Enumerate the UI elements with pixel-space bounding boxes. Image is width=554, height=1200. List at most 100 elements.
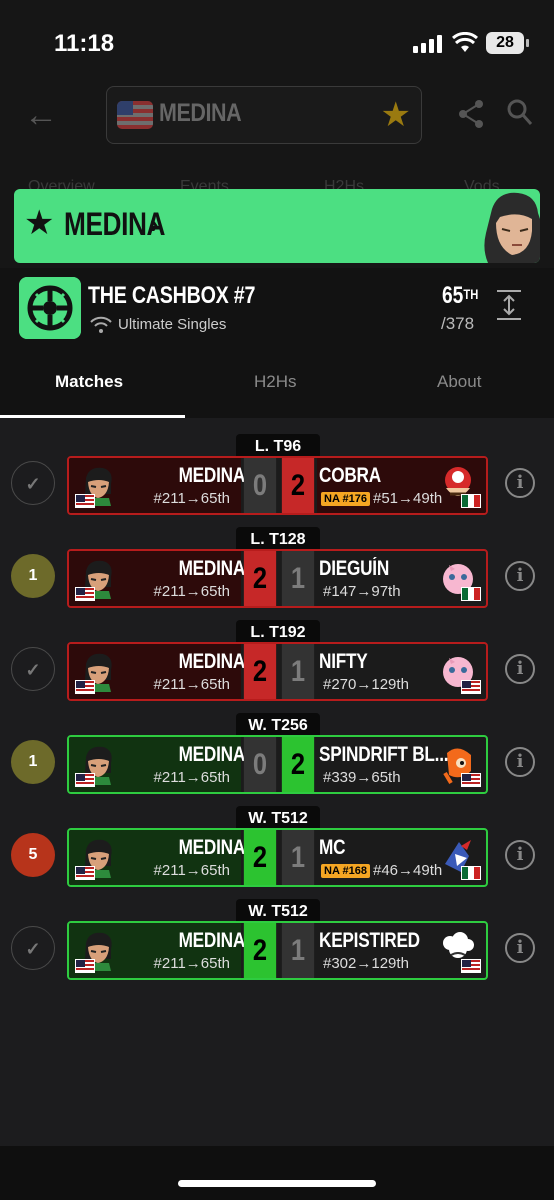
right-score: 1 <box>281 551 315 606</box>
us-flag-icon <box>75 866 95 880</box>
left-player-name: MEDINA <box>178 929 246 952</box>
region-rank-tag: NA #176 <box>321 492 371 506</box>
right-seed: #302→129th <box>323 955 409 972</box>
info-icon[interactable]: i <box>505 747 535 777</box>
entrant-count: /378 <box>441 314 475 333</box>
cellular-signal-icon <box>413 35 442 53</box>
star-icon: ★ <box>24 204 55 242</box>
right-player-name: DIEGUÍN <box>319 557 390 580</box>
search-icon[interactable] <box>506 98 534 128</box>
left-seed: #211→65th <box>153 490 230 507</box>
tab-h2hs[interactable]: H2Hs <box>254 372 297 392</box>
right-seed: #147→97th <box>323 583 401 600</box>
info-icon[interactable]: i <box>505 933 535 963</box>
back-arrow-icon[interactable]: ← <box>24 96 58 135</box>
share-icon[interactable] <box>456 98 486 130</box>
us-flag-icon <box>75 959 95 973</box>
right-score: 1 <box>281 923 315 978</box>
favorite-star-icon[interactable]: ★ <box>381 95 411 135</box>
bottom-bar <box>0 1146 554 1200</box>
mx-flag-icon <box>461 494 481 508</box>
event-type: Ultimate Singles <box>118 316 227 333</box>
info-icon[interactable]: i <box>505 654 535 684</box>
us-flag-icon <box>75 773 95 787</box>
event-summary: THE CASHBOX #7 Ultimate Singles 65TH /37… <box>0 268 554 418</box>
event-name: THE CASHBOX #7 <box>88 282 256 309</box>
wifi-icon <box>452 32 478 52</box>
info-icon[interactable]: i <box>505 840 535 870</box>
upset-factor-badge: 1 <box>11 740 55 784</box>
right-seed: #270→129th <box>323 676 409 693</box>
status-bar: 11:18 28 <box>0 0 554 88</box>
match-card[interactable]: MEDINA #211→65th 0 2 SPINDRIFT BL... #33… <box>67 735 488 794</box>
left-player-name: MEDINA <box>178 743 246 766</box>
chevron-right-icon: › <box>150 209 159 239</box>
right-seed: #339→65th <box>323 769 401 786</box>
tab-about[interactable]: About <box>437 372 481 392</box>
match-card[interactable]: MEDINA #211→65th 2 1 NIFTY #270→129th <box>67 642 488 701</box>
home-indicator[interactable] <box>178 1180 376 1187</box>
left-player-name: MEDINA <box>178 557 246 580</box>
left-score: 0 <box>243 458 277 513</box>
right-player-name: COBRA <box>319 464 381 487</box>
region-rank-tag: NA #168 <box>321 864 371 878</box>
expand-icon[interactable] <box>494 288 524 322</box>
right-score: 2 <box>281 737 315 792</box>
upset-factor-badge: 1 <box>11 554 55 598</box>
section-tabs: Matches H2Hs About <box>0 354 554 418</box>
left-score: 2 <box>243 644 277 699</box>
left-seed: #211→65th <box>153 862 230 879</box>
left-player-name: MEDINA <box>178 650 246 673</box>
match-card[interactable]: MEDINA #211→65th 2 1 KEPISTIRED #302→129… <box>67 921 488 980</box>
check-icon: ✓ <box>11 647 55 691</box>
search-player-name: MEDINA <box>159 99 242 127</box>
upset-factor-badge: 5 <box>11 833 55 877</box>
left-score: 2 <box>243 551 277 606</box>
left-seed: #211→65th <box>153 583 230 600</box>
left-score: 2 <box>243 923 277 978</box>
info-icon[interactable]: i <box>505 468 535 498</box>
tournament-logo-icon <box>19 277 81 339</box>
match-card[interactable]: MEDINA #211→65th 0 2 COBRA NA #176 #51→4… <box>67 456 488 515</box>
right-seed: #51→49th <box>373 490 443 507</box>
battery-icon: 28 <box>486 32 529 54</box>
character-portrait <box>484 192 540 263</box>
player-banner[interactable]: ★ MEDINA › <box>14 189 540 263</box>
check-icon: ✓ <box>11 461 55 505</box>
right-player-name: MC <box>319 836 346 859</box>
left-player-name: MEDINA <box>178 464 246 487</box>
us-flag-icon <box>461 680 481 694</box>
right-seed: #46→49th <box>373 862 443 879</box>
event-sheet: THE CASHBOX #7 Ultimate Singles 65TH /37… <box>0 268 554 1200</box>
match-card[interactable]: MEDINA #211→65th 2 1 DIEGUÍN #147→97th <box>67 549 488 608</box>
us-flag-icon <box>461 959 481 973</box>
left-seed: #211→65th <box>153 769 230 786</box>
left-score: 0 <box>243 737 277 792</box>
us-flag-icon <box>75 494 95 508</box>
left-seed: #211→65th <box>153 955 230 972</box>
us-flag-icon <box>461 773 481 787</box>
info-icon[interactable]: i <box>505 561 535 591</box>
right-score: 1 <box>281 644 315 699</box>
right-score: 1 <box>281 830 315 885</box>
right-score: 2 <box>281 458 315 513</box>
left-player-name: MEDINA <box>178 836 246 859</box>
active-tab-indicator <box>0 415 185 418</box>
right-player-name: SPINDRIFT BL... <box>319 743 449 766</box>
us-flag-icon <box>75 587 95 601</box>
mx-flag-icon <box>461 587 481 601</box>
check-icon: ✓ <box>11 926 55 970</box>
match-card[interactable]: MEDINA #211→65th 2 1 MC NA #168 #46→49th <box>67 828 488 887</box>
us-flag-icon <box>75 680 95 694</box>
left-score: 2 <box>243 830 277 885</box>
tab-matches[interactable]: Matches <box>55 372 123 392</box>
match-row[interactable]: W. T512 ✓ MEDINA #211→65th 2 1 KEPISTIRE… <box>0 899 554 1014</box>
mx-flag-icon <box>461 866 481 880</box>
us-flag-icon <box>117 101 153 129</box>
right-player-name: NIFTY <box>319 650 368 673</box>
player-search-field[interactable]: MEDINA ★ <box>106 86 422 144</box>
left-seed: #211→65th <box>153 676 230 693</box>
online-icon <box>90 316 112 333</box>
placement: 65TH <box>442 282 479 309</box>
status-time: 11:18 <box>54 30 115 57</box>
